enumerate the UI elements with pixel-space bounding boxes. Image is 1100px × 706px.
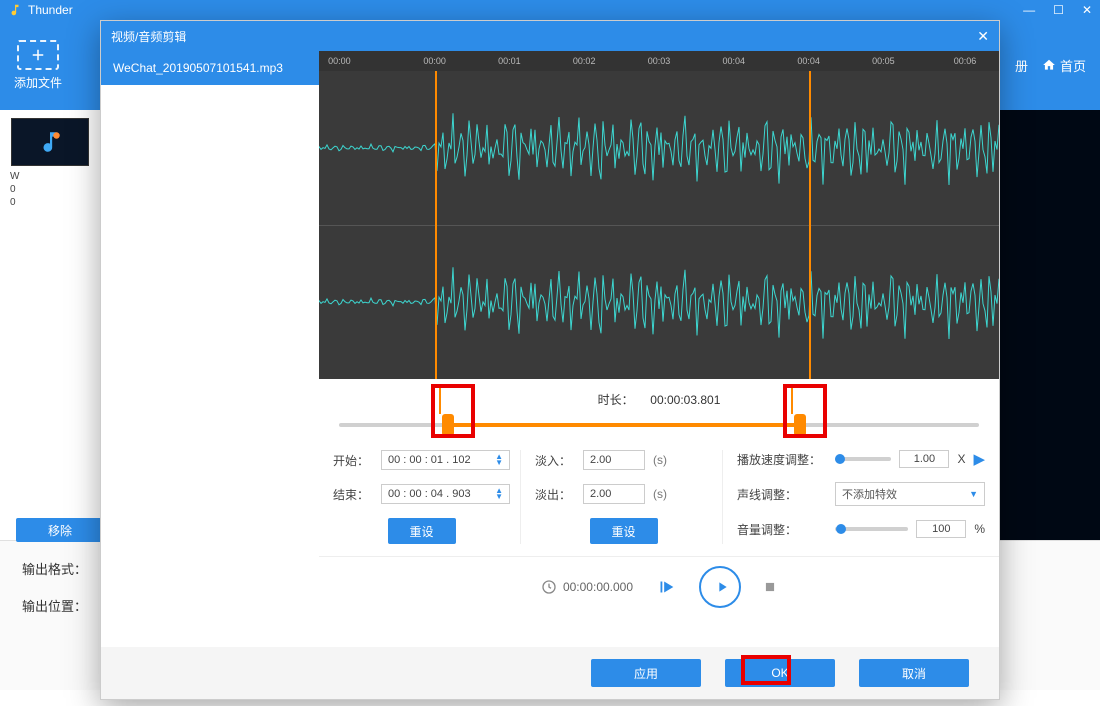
fadeout-label: 淡出： <box>535 486 575 503</box>
end-label: 结束： <box>333 486 373 503</box>
maximize-button[interactable]: ☐ <box>1053 3 1064 17</box>
speed-x: X <box>957 452 965 466</box>
play-icon <box>714 579 730 595</box>
step-icon <box>655 576 677 598</box>
speed-slider[interactable] <box>835 457 891 461</box>
waveform-display[interactable] <box>319 71 999 379</box>
duration-value: 00:00:03.801 <box>650 393 720 407</box>
home-link[interactable]: 首页 <box>1042 56 1086 75</box>
fadeout-input[interactable]: 2.00 <box>583 484 645 504</box>
register-link[interactable]: 册 <box>1015 56 1028 75</box>
thumb-text: W 0 0 <box>4 170 96 209</box>
start-time-input[interactable]: 00 : 00 : 01 . 102 ▲▼ <box>381 450 510 470</box>
add-file-label: 添加文件 <box>14 74 62 91</box>
app-title: Thunder <box>28 3 1023 17</box>
home-icon <box>1042 58 1056 72</box>
duration-label: 时长： <box>598 393 634 407</box>
reset-fade-button[interactable]: 重设 <box>590 518 658 544</box>
seconds-unit: (s) <box>653 487 667 501</box>
trim-handle-end[interactable] <box>794 414 806 436</box>
close-button[interactable]: ✕ <box>1082 3 1092 17</box>
chevron-down-icon: ▼ <box>969 489 978 499</box>
seconds-unit: (s) <box>653 453 667 467</box>
output-format-label: 输出格式： <box>22 559 87 578</box>
fadein-input[interactable]: 2.00 <box>583 450 645 470</box>
volume-value-input[interactable]: 100 <box>916 520 966 538</box>
output-path-label: 输出位置： <box>22 596 87 615</box>
end-time-input[interactable]: 00 : 00 : 04 . 903 ▲▼ <box>381 484 510 504</box>
ok-button[interactable]: OK <box>725 659 835 687</box>
app-logo-icon <box>8 3 22 17</box>
selection-end-line <box>809 71 811 379</box>
playback-time: 00:00:00.000 <box>563 580 633 594</box>
stop-button[interactable] <box>763 580 777 594</box>
clock-icon <box>541 579 557 595</box>
percent-unit: % <box>974 522 985 536</box>
speed-label: 播放速度调整： <box>737 451 827 468</box>
trim-slider[interactable] <box>339 416 979 434</box>
stop-icon <box>763 580 777 594</box>
preview-speed-icon[interactable]: ▶ <box>973 450 985 468</box>
waveform-channel-1 <box>319 71 999 225</box>
volume-slider[interactable] <box>835 527 908 531</box>
trim-dialog: 视频/音频剪辑 ✕ WeChat_20190507101541.mp3 00:0… <box>100 20 1000 700</box>
add-file-icon <box>17 40 59 70</box>
fadein-label: 淡入： <box>535 452 575 469</box>
play-button[interactable] <box>699 566 741 608</box>
minimize-button[interactable]: — <box>1023 3 1035 17</box>
add-file-button[interactable]: 添加文件 <box>14 40 62 91</box>
start-label: 开始： <box>333 452 373 469</box>
selection-start-line <box>435 71 437 379</box>
speed-value-input[interactable]: 1.00 <box>899 450 949 468</box>
apply-button[interactable]: 应用 <box>591 659 701 687</box>
step-button[interactable] <box>655 576 677 598</box>
pitch-select[interactable]: 不添加特效▼ <box>835 482 985 506</box>
timeline-ruler: 00:00 00:00 00:01 00:02 00:03 00:04 00:0… <box>319 51 999 71</box>
pitch-label: 声线调整： <box>737 486 827 503</box>
volume-label: 音量调整： <box>737 521 827 538</box>
remove-button[interactable]: 移除 <box>16 518 104 542</box>
music-note-icon <box>37 129 63 155</box>
cancel-button[interactable]: 取消 <box>859 659 969 687</box>
spinner-icon[interactable]: ▲▼ <box>495 454 503 466</box>
spinner-icon[interactable]: ▲▼ <box>495 488 503 500</box>
file-list-item[interactable]: WeChat_20190507101541.mp3 <box>101 51 319 85</box>
reset-time-button[interactable]: 重设 <box>388 518 456 544</box>
dialog-title: 视频/音频剪辑 <box>111 28 186 45</box>
waveform-channel-2 <box>319 225 999 379</box>
dialog-close-icon[interactable]: ✕ <box>977 28 989 45</box>
trim-handle-start[interactable] <box>442 414 454 436</box>
media-thumbnail[interactable] <box>11 118 89 166</box>
